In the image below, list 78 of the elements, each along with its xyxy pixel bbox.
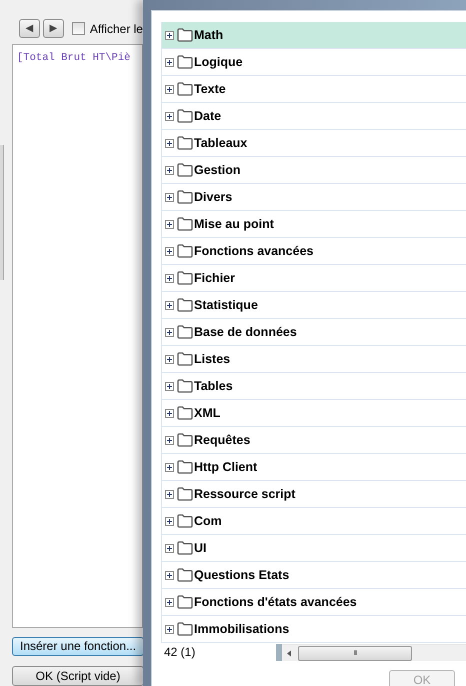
expand-icon[interactable] (165, 382, 174, 390)
expand-icon[interactable] (165, 516, 174, 526)
expand-icon[interactable] (165, 220, 174, 228)
expand-icon[interactable] (165, 166, 174, 174)
folder-icon (177, 163, 193, 177)
tree-item[interactable]: Date (161, 103, 466, 130)
expand-icon[interactable] (165, 570, 174, 580)
checkbox[interactable] (72, 22, 85, 36)
expand-icon[interactable] (165, 490, 174, 498)
expand-icon[interactable] (165, 192, 174, 202)
folder-icon (177, 325, 193, 339)
folder-icon (177, 514, 193, 528)
expand-icon[interactable] (165, 328, 174, 336)
folder-icon (177, 487, 193, 501)
checkbox-label: Afficher le (90, 22, 143, 36)
tree-item[interactable]: XML (161, 400, 466, 427)
tree-item[interactable]: Base de données (161, 319, 466, 346)
expand-icon[interactable] (165, 300, 174, 310)
folder-icon (177, 298, 193, 312)
folder-icon (177, 190, 193, 204)
tree-item[interactable]: Com (161, 508, 466, 535)
folder-icon (177, 433, 193, 447)
scroll-left-icon[interactable] (286, 650, 292, 656)
tree-item[interactable]: Listes (161, 346, 466, 373)
folder-icon (177, 55, 193, 69)
folder-icon (177, 244, 193, 258)
expand-icon[interactable] (165, 598, 174, 606)
folder-icon (177, 82, 193, 96)
expand-icon[interactable] (165, 274, 174, 282)
tree-item[interactable]: Logique (161, 49, 466, 76)
expand-icon[interactable] (165, 354, 174, 364)
folder-icon (177, 406, 193, 420)
tree-item[interactable]: UI (161, 535, 466, 562)
expand-icon[interactable] (165, 462, 174, 472)
code-editor[interactable]: [Total Brut HT\Piè (12, 44, 143, 628)
folder-icon (177, 622, 193, 636)
expand-icon[interactable] (165, 544, 174, 552)
folder-icon (177, 352, 193, 366)
tree-item[interactable]: Fonctions d'états avancées (161, 589, 466, 616)
expand-icon[interactable] (165, 138, 174, 148)
expand-icon[interactable] (165, 112, 174, 120)
ok-button[interactable]: OK (Script vide) (12, 666, 144, 686)
tree-item[interactable]: Fonctions avancées (161, 238, 466, 265)
folder-icon (177, 541, 193, 555)
code-line: [Total Brut HT\Piè (17, 52, 130, 64)
tree-item[interactable]: Http Client (161, 454, 466, 481)
tree-item[interactable]: Tableaux (161, 130, 466, 157)
folder-icon (177, 595, 193, 609)
tree-item[interactable]: Fichier (161, 265, 466, 292)
expand-icon[interactable] (165, 246, 174, 256)
tree-item[interactable]: Texte (161, 76, 466, 103)
folder-icon (177, 109, 193, 123)
expand-icon[interactable] (165, 624, 174, 634)
tree-item[interactable]: Requêtes (161, 427, 466, 454)
expand-icon[interactable] (165, 58, 174, 66)
folder-icon (177, 568, 193, 582)
back-button[interactable]: ◀ (19, 19, 40, 38)
tree-item[interactable]: Gestion (161, 157, 466, 184)
insert-function-button[interactable]: Insérer une fonction... (12, 636, 144, 656)
expand-icon[interactable] (165, 408, 174, 418)
tree-item[interactable]: Questions Etats (161, 562, 466, 589)
folder-icon (177, 217, 193, 231)
folder-icon (177, 379, 193, 393)
tree-item[interactable]: Divers (161, 184, 466, 211)
forward-button[interactable]: ▶ (42, 19, 64, 38)
folder-icon (177, 271, 193, 285)
tree-item[interactable]: Statistique (161, 292, 466, 319)
tree-item[interactable]: Ressource script (161, 481, 466, 508)
folder-icon (177, 460, 193, 474)
expand-icon[interactable] (165, 30, 174, 40)
expand-icon[interactable] (165, 84, 174, 94)
tree-item[interactable]: Mise au point (161, 211, 466, 238)
tree-item[interactable]: Math (161, 22, 466, 49)
tree-item[interactable]: Immobilisations (161, 616, 466, 643)
folder-icon (177, 28, 193, 42)
folder-icon (177, 136, 193, 150)
expand-icon[interactable] (165, 436, 174, 444)
tree-item[interactable]: Tables (161, 373, 466, 400)
